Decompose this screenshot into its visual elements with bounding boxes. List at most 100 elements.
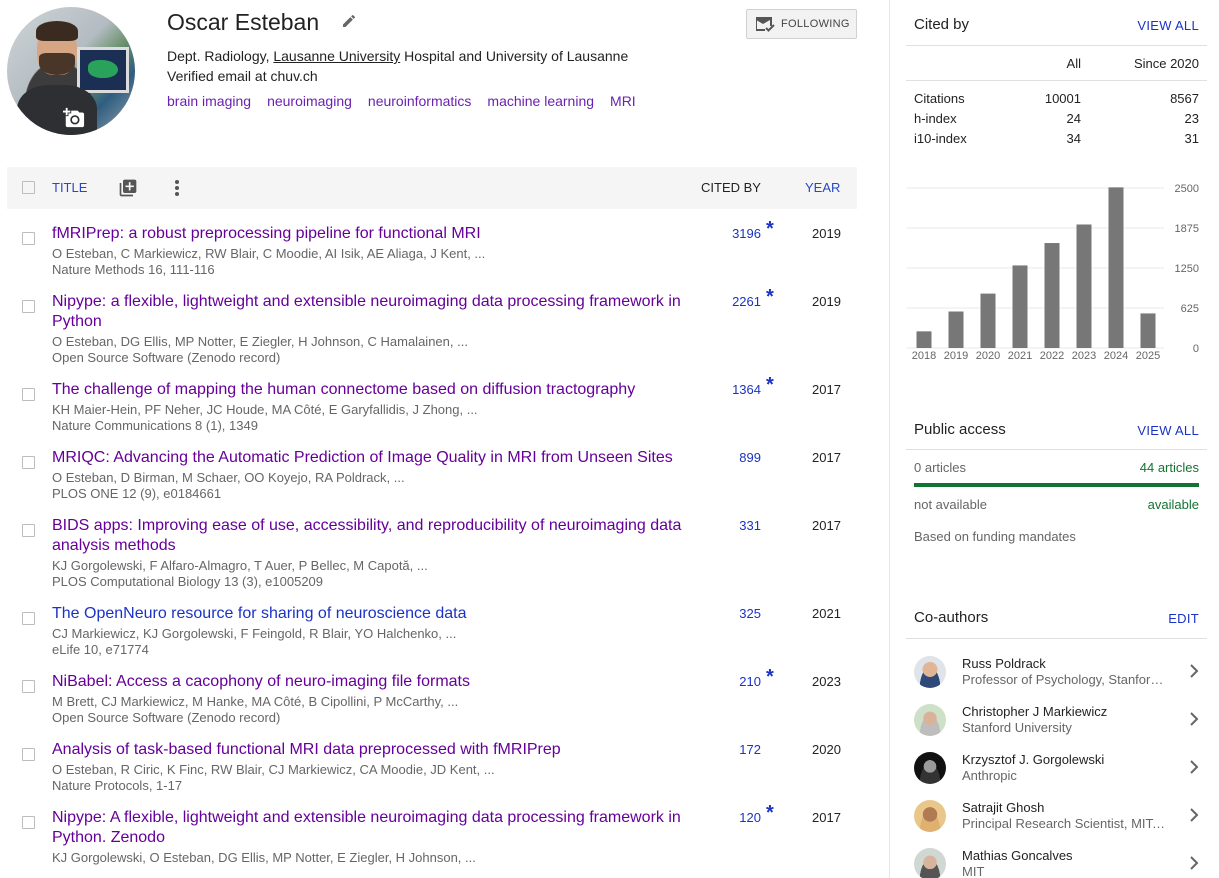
article-title[interactable]: Analysis of task-based functional MRI da…	[52, 740, 692, 760]
cited-by-column-header: CITED BY	[701, 180, 761, 195]
merged-citations-star[interactable]: *	[766, 802, 774, 825]
article-venue: Nature Communications 8 (1), 1349	[52, 418, 258, 433]
coauthor-avatar	[914, 656, 946, 688]
article-authors: O Esteban, DG Ellis, MP Notter, E Ziegle…	[52, 334, 468, 349]
row-checkbox[interactable]	[22, 748, 35, 761]
interest-neuroimaging[interactable]: neuroimaging	[267, 93, 352, 109]
coauthor-affiliation: Stanford University	[962, 720, 1072, 735]
coauthor-name: Russ Poldrack	[962, 656, 1046, 671]
cited-by-count[interactable]: 3196	[701, 226, 761, 241]
cited-by-count[interactable]: 172	[701, 742, 761, 757]
chart-bar-2025[interactable]	[1140, 313, 1156, 348]
chart-bar-2018[interactable]	[916, 331, 932, 348]
coauthor-item[interactable]: Russ Poldrack Professor of Psychology, S…	[906, 656, 1207, 696]
article-title[interactable]: NiBabel: Access a cacophony of neuro-ima…	[52, 672, 692, 692]
article-title[interactable]: fMRIPrep: a robust preprocessing pipelin…	[52, 224, 692, 244]
coauthors-header: Co-authors EDIT	[906, 598, 1207, 639]
add-photo-icon[interactable]	[61, 105, 87, 131]
edit-pencil-icon[interactable]	[341, 13, 359, 31]
row-checkbox[interactable]	[22, 680, 35, 693]
sort-by-title[interactable]: TITLE	[52, 180, 87, 195]
row-checkbox[interactable]	[22, 300, 35, 313]
y-tick-label: 1875	[1175, 223, 1199, 235]
chart-bar-2022[interactable]	[1044, 243, 1060, 348]
row-checkbox[interactable]	[22, 524, 35, 537]
col-since-header: Since 2020	[1133, 56, 1199, 71]
affiliation-link[interactable]: Lausanne University	[273, 48, 400, 64]
add-article-icon[interactable]	[118, 178, 138, 198]
coauthors-title: Co-authors	[914, 609, 989, 626]
public-access-view-all[interactable]: VIEW ALL	[1137, 423, 1199, 438]
article-title[interactable]: MRIQC: Advancing the Automatic Predictio…	[52, 448, 692, 468]
chart-bar-2019[interactable]	[948, 311, 964, 348]
cited-by-count[interactable]: 210	[701, 674, 761, 689]
citations-per-year-chart: 0 625 1250 1875 2500 2018 2019 2020 2021 2022 2023…	[906, 183, 1199, 362]
profile-photo[interactable]	[7, 7, 135, 135]
article-year: 2023	[812, 674, 841, 689]
coauthor-name: Mathias Goncalves	[962, 848, 1073, 863]
cited-by-count[interactable]: 899	[701, 450, 761, 465]
article-year: 2020	[812, 742, 841, 757]
x-tick-label: 2020	[976, 350, 1000, 362]
article-authors: KJ Gorgolewski, F Alfaro-Almagro, T Auer…	[52, 558, 428, 573]
row-checkbox[interactable]	[22, 456, 35, 469]
cited-by-view-all[interactable]: VIEW ALL	[1137, 18, 1199, 33]
coauthor-item[interactable]: Christopher J Markiewicz Stanford Univer…	[906, 704, 1207, 744]
coauthor-affiliation: Principal Research Scientist, MIT, Harva…	[962, 816, 1168, 831]
affiliation-suffix: Hospital and University of Lausanne	[400, 48, 629, 64]
affiliation-prefix: Dept. Radiology,	[167, 48, 274, 64]
interest-neuroinformatics[interactable]: neuroinformatics	[368, 93, 472, 109]
chart-bar-2020[interactable]	[980, 293, 996, 348]
merged-citations-star[interactable]: *	[766, 374, 774, 397]
interest-mri[interactable]: MRI	[610, 93, 636, 109]
chart-bar-2021[interactable]	[1012, 265, 1028, 348]
more-options-icon[interactable]	[173, 179, 181, 197]
coauthor-avatar	[914, 704, 946, 736]
row-checkbox[interactable]	[22, 388, 35, 401]
merged-citations-star[interactable]: *	[766, 286, 774, 309]
chevron-right-icon	[1190, 664, 1199, 678]
stat-citations-all: 10001	[1044, 91, 1081, 106]
cited-by-count[interactable]: 1364	[701, 382, 761, 397]
article-title[interactable]: BIDS apps: Improving ease of use, access…	[52, 516, 692, 556]
coauthors-edit[interactable]: EDIT	[1168, 611, 1199, 626]
coauthor-item[interactable]: Mathias Goncalves MIT	[906, 848, 1207, 878]
y-tick-label: 2500	[1175, 183, 1199, 195]
stat-label-citations: Citations	[914, 91, 965, 106]
divider	[906, 80, 1207, 81]
coauthor-item[interactable]: Satrajit Ghosh Principal Research Scient…	[906, 800, 1207, 840]
row-checkbox[interactable]	[22, 816, 35, 829]
article-title[interactable]: Nipype: a flexible, lightweight and exte…	[52, 292, 692, 332]
article-year: 2019	[812, 226, 841, 241]
cited-by-count[interactable]: 331	[701, 518, 761, 533]
public-access-panel: Public access VIEW ALL 0 articles 44 art…	[906, 410, 1207, 550]
available-count: 44 articles	[1139, 460, 1199, 475]
chart-bar-2024[interactable]	[1108, 187, 1124, 348]
coauthor-item[interactable]: Krzysztof J. Gorgolewski Anthropic	[906, 752, 1207, 792]
interest-brain-imaging[interactable]: brain imaging	[167, 93, 251, 109]
cited-by-title: Cited by	[914, 16, 970, 33]
merged-citations-star[interactable]: *	[766, 666, 774, 689]
article-title[interactable]: Nipype: A flexible, lightweight and exte…	[52, 808, 692, 848]
public-access-title: Public access	[914, 421, 1006, 438]
article-year: 2019	[812, 294, 841, 309]
cited-by-count[interactable]: 120	[701, 810, 761, 825]
row-checkbox[interactable]	[22, 232, 35, 245]
stat-label-h-index: h-index	[914, 111, 957, 126]
chart-bar-2023[interactable]	[1076, 224, 1092, 348]
article-authors: CJ Markiewicz, KJ Gorgolewski, F Feingol…	[52, 626, 457, 641]
coauthor-avatar	[914, 848, 946, 878]
merged-citations-star[interactable]: *	[766, 218, 774, 241]
row-checkbox[interactable]	[22, 612, 35, 625]
following-button[interactable]: FOLLOWING	[746, 9, 857, 39]
interest-machine-learning[interactable]: machine learning	[487, 93, 594, 109]
cited-by-count[interactable]: 2261	[701, 294, 761, 309]
article-title[interactable]: The challenge of mapping the human conne…	[52, 380, 692, 400]
cited-by-count[interactable]: 325	[701, 606, 761, 621]
coauthor-name: Satrajit Ghosh	[962, 800, 1045, 815]
article-title[interactable]: The OpenNeuro resource for sharing of ne…	[52, 604, 692, 624]
select-all-checkbox[interactable]	[22, 181, 35, 194]
divider	[906, 449, 1207, 450]
sort-by-year[interactable]: YEAR	[805, 180, 840, 195]
verified-email: Verified email at chuv.ch	[167, 68, 318, 84]
